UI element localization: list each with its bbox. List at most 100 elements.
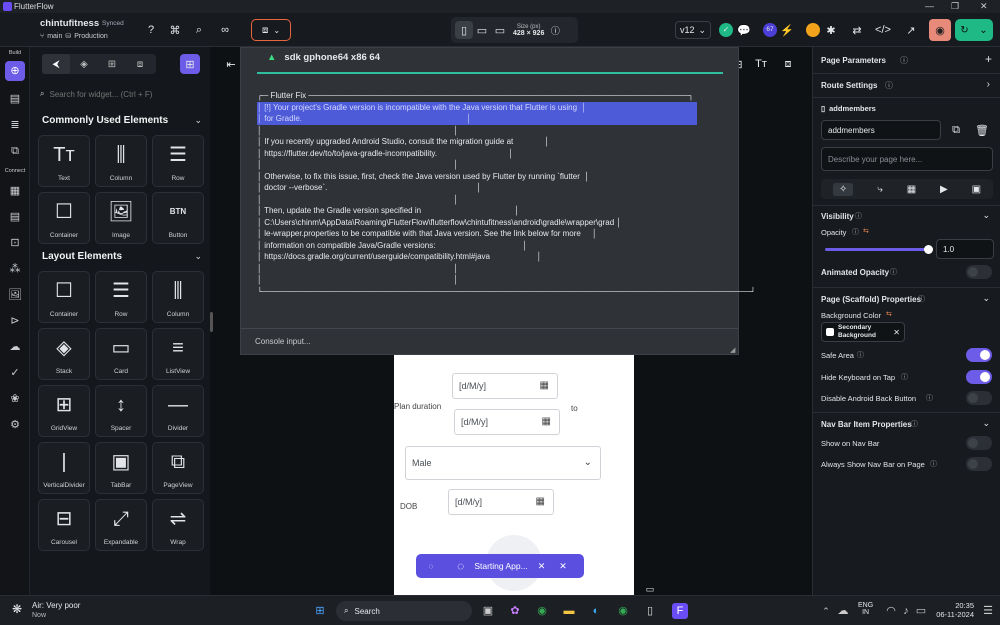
widget-tile-column[interactable]: ⫼ Column bbox=[152, 271, 204, 323]
widget-tile-text[interactable]: Tт Text bbox=[38, 135, 90, 187]
always-show-nav-toggle[interactable] bbox=[966, 457, 992, 471]
add-icon[interactable]: + bbox=[985, 52, 992, 66]
page-name-input[interactable]: addmembers bbox=[821, 120, 941, 140]
widget-tile-divider[interactable]: — Divider bbox=[152, 385, 204, 437]
info-icon[interactable]: ⓘ bbox=[885, 80, 893, 91]
preview-eye-icon[interactable]: ◉ bbox=[929, 19, 951, 41]
desktop-device-icon[interactable]: ▭ bbox=[491, 21, 509, 39]
collapse-panel-icon[interactable]: ⇤ bbox=[222, 55, 240, 73]
dob-date-field[interactable]: [d/M/y] ▦ bbox=[448, 489, 554, 515]
chevron-down-icon[interactable]: ⌄ bbox=[194, 251, 202, 262]
generate-tab-icon[interactable]: ▣ bbox=[972, 184, 981, 195]
info-icon[interactable]: ⓘ bbox=[930, 459, 937, 469]
command-icon[interactable]: ⌘ bbox=[166, 21, 184, 39]
clear-icon[interactable]: ✕ bbox=[893, 328, 900, 337]
cloud-icon[interactable]: ☁ bbox=[835, 603, 851, 619]
custom-code-icon[interactable]: ⊳ bbox=[7, 313, 23, 329]
battery-icon[interactable]: ▭ bbox=[913, 603, 929, 619]
open-external-icon[interactable]: ↗ bbox=[902, 21, 920, 39]
variable-icon[interactable]: ⇆ bbox=[863, 227, 869, 235]
language-primary[interactable]: ENG bbox=[858, 602, 873, 609]
widget-tile-container[interactable]: ☐ Container bbox=[38, 271, 90, 323]
notification-icon[interactable]: ☰ bbox=[980, 603, 996, 619]
integrations-icon[interactable]: ⁂ bbox=[7, 261, 23, 277]
run-button[interactable]: ↻ ⌄ bbox=[955, 19, 993, 41]
link-icon[interactable]: ∞ bbox=[216, 21, 234, 39]
tests-icon[interactable]: ✓ bbox=[7, 365, 23, 381]
widget-search-input[interactable] bbox=[49, 89, 190, 99]
widget-tree-icon[interactable]: ⧈ bbox=[779, 55, 797, 73]
chrome-profile-icon[interactable]: ◉ bbox=[615, 603, 631, 619]
minimize-button[interactable]: — bbox=[925, 1, 934, 11]
chevron-down-icon[interactable]: ⌄ bbox=[982, 210, 990, 221]
show-nav-toggle[interactable] bbox=[966, 436, 992, 450]
task-view-icon[interactable]: ▣ bbox=[480, 603, 496, 619]
text-format-icon[interactable]: Tт bbox=[752, 55, 770, 73]
widget-tile-image[interactable]: 🖼 Image bbox=[95, 192, 147, 244]
chevron-down-icon[interactable]: ⌄ bbox=[982, 418, 990, 429]
version-selector[interactable]: v12 bbox=[680, 25, 695, 35]
widget-tile-row[interactable]: ☰ Row bbox=[152, 135, 204, 187]
info-icon[interactable]: ⓘ bbox=[918, 294, 925, 304]
chrome-icon[interactable]: ◉ bbox=[534, 603, 550, 619]
animated-opacity-toggle[interactable] bbox=[966, 265, 992, 279]
widget-tile-carousel[interactable]: ⊟ Carousel bbox=[38, 499, 90, 551]
widget-tile-column[interactable]: ⫼ Column bbox=[95, 135, 147, 187]
pages-icon[interactable]: ▤ bbox=[7, 91, 23, 107]
taskbar-search[interactable]: ⌕ Search bbox=[336, 601, 472, 621]
chevron-down-icon[interactable]: ⌄ bbox=[194, 115, 202, 126]
tablet-device-icon[interactable]: ▭ bbox=[473, 21, 491, 39]
wifi-icon[interactable]: ◠ bbox=[883, 603, 899, 619]
chevron-right-icon[interactable]: › bbox=[987, 79, 990, 90]
opacity-slider-knob[interactable] bbox=[924, 245, 933, 254]
animations-tab-icon[interactable]: ▶ bbox=[940, 184, 948, 195]
volume-icon[interactable]: ♪ bbox=[898, 603, 914, 619]
bug-icon[interactable]: ✱ bbox=[822, 21, 840, 39]
widget-tree-button[interactable]: ⧈ ⌄ bbox=[251, 19, 291, 41]
backend-query-tab-icon[interactable]: ▦ bbox=[907, 184, 916, 195]
comments-icon[interactable]: 💬 bbox=[735, 21, 753, 39]
console-input[interactable]: Console input... bbox=[255, 337, 311, 346]
windows-start-icon[interactable]: ⊞ bbox=[312, 603, 328, 619]
flash-icon[interactable]: ⚡ bbox=[778, 21, 796, 39]
page-description-input[interactable]: Describe your page here... bbox=[821, 147, 993, 171]
properties-tab-icon[interactable]: ✧ bbox=[832, 182, 854, 196]
route-settings-title[interactable]: Route Settings bbox=[821, 81, 877, 90]
phone-link-icon[interactable]: ▯ bbox=[642, 603, 658, 619]
clock-time[interactable]: 20:35 bbox=[934, 601, 974, 610]
info-icon[interactable]: ⓘ bbox=[546, 21, 564, 39]
widget-tile-gridview[interactable]: ⊞ GridView bbox=[38, 385, 90, 437]
widget-tile-listview[interactable]: ≡ ListView bbox=[152, 328, 204, 380]
plan-end-date-field[interactable]: [d/M/y] ▦ bbox=[454, 409, 560, 435]
code-icon[interactable]: </> bbox=[874, 21, 892, 39]
dollar-icon[interactable] bbox=[806, 23, 820, 37]
api-calls-icon[interactable]: ⊡ bbox=[7, 235, 23, 251]
info-icon[interactable]: ⓘ bbox=[911, 419, 918, 429]
info-icon[interactable]: ⓘ bbox=[852, 227, 859, 237]
widget-tile-container[interactable]: ☐ Container bbox=[38, 192, 90, 244]
widget-tile-stack[interactable]: ◈ Stack bbox=[38, 328, 90, 380]
flutterflow-taskbar-icon[interactable]: F bbox=[672, 603, 688, 619]
opacity-value-input[interactable]: 1.0 bbox=[936, 239, 994, 259]
info-icon[interactable]: ⓘ bbox=[900, 55, 908, 66]
resize-grip-icon[interactable]: ◢ bbox=[730, 346, 735, 354]
info-icon[interactable]: ⓘ bbox=[926, 393, 933, 403]
gender-dropdown[interactable]: Male ⌄ bbox=[405, 446, 601, 480]
templates-tab[interactable]: ⧈ bbox=[126, 54, 154, 74]
copy-icon[interactable]: ⧉ bbox=[947, 121, 965, 139]
chevron-down-icon[interactable]: ⌄ bbox=[982, 293, 990, 304]
actions-tab-icon[interactable]: ⤷ bbox=[877, 184, 883, 195]
check-icon[interactable]: ✓ bbox=[719, 23, 733, 37]
chevron-up-icon[interactable]: ⌃ bbox=[818, 603, 834, 619]
project-name[interactable]: chintufitness bbox=[40, 18, 99, 29]
widget-tile-expandable[interactable]: ⤢ Expandable bbox=[95, 499, 147, 551]
widgets-tab[interactable]: ⮜ bbox=[42, 54, 70, 74]
search-icon[interactable]: ⌕ bbox=[190, 21, 208, 39]
info-icon[interactable]: ⓘ bbox=[857, 350, 864, 360]
copilot-icon[interactable]: ✿ bbox=[507, 603, 523, 619]
info-icon[interactable]: ⓘ bbox=[890, 267, 897, 277]
issues-badge[interactable]: 67 bbox=[763, 23, 777, 37]
file-explorer-icon[interactable]: ▬ bbox=[561, 603, 577, 619]
environment-name[interactable]: Production bbox=[74, 33, 107, 40]
theme-icon[interactable]: ❀ bbox=[7, 391, 23, 407]
